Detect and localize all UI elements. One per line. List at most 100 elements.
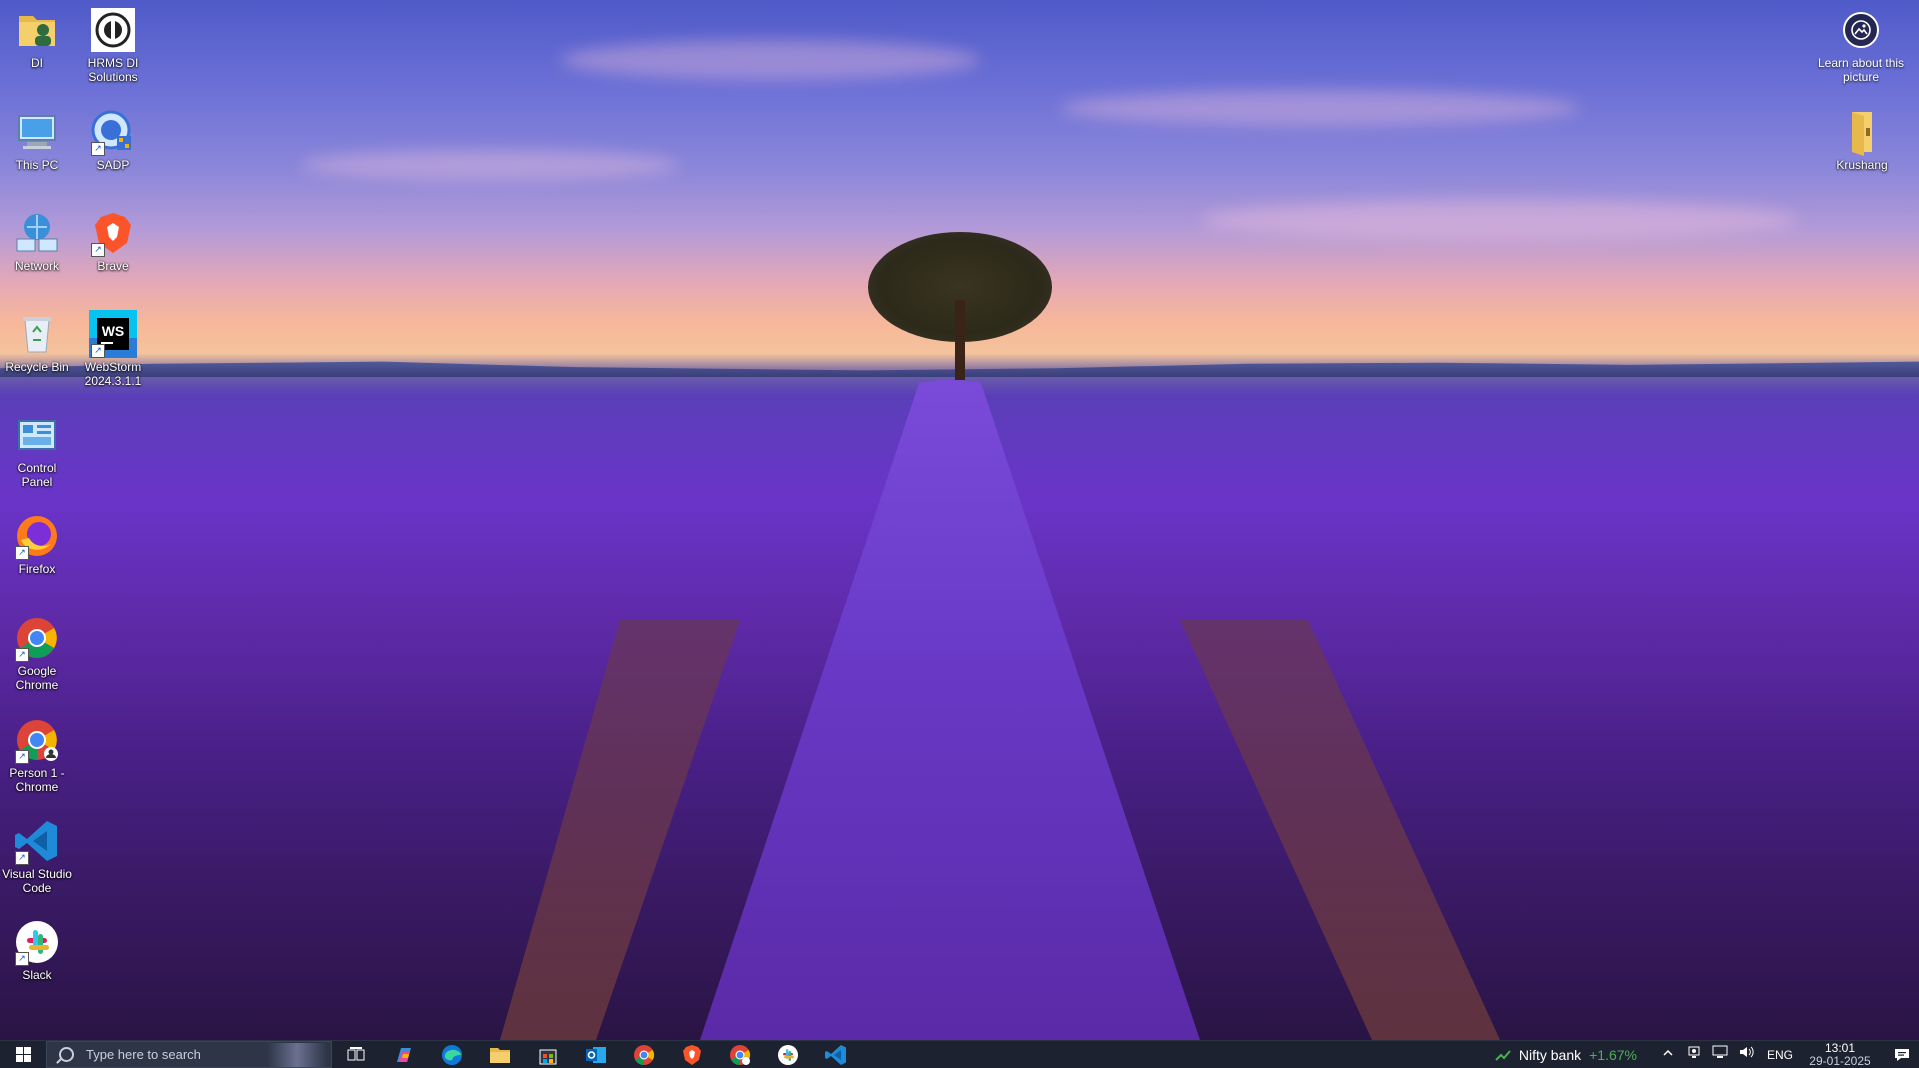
desktop-icon-network[interactable]: Network	[0, 203, 74, 273]
wallpaper-tree-trunk	[955, 300, 965, 380]
desktop-icon-visual-studio-code[interactable]: ↗ Visual Studio Code	[0, 811, 74, 895]
notification-icon	[1895, 1048, 1909, 1061]
slack-icon	[778, 1044, 798, 1065]
spotlight-icon	[1843, 12, 1879, 48]
webcam-icon[interactable]	[1684, 1045, 1704, 1065]
desktop-icon-label: Person 1 - Chrome	[9, 766, 65, 794]
clock-date: 29-01-2025	[1809, 1053, 1871, 1068]
chrome-profile-icon	[730, 1044, 751, 1065]
brave-icon: ↗	[89, 209, 137, 257]
desktop-icon-label: Krushang	[1836, 158, 1888, 172]
desktop-icon-this-pc[interactable]: This PC	[0, 102, 74, 172]
desktop-icon-google-chrome[interactable]: ↗ Google Chrome	[0, 608, 74, 692]
shortcut-arrow-icon: ↗	[15, 952, 29, 966]
desktop-icon-hrms-di-solutions[interactable]: HRMS DI Solutions	[76, 0, 150, 84]
desktop-icon-label: Brave	[97, 259, 129, 273]
shortcut-arrow-icon: ↗	[15, 851, 29, 865]
edge-icon	[442, 1044, 462, 1065]
taskbar-app-slack[interactable]	[764, 1041, 812, 1068]
chrome-icon: ↗	[13, 614, 61, 662]
firefox-icon: ↗	[13, 512, 61, 560]
desktop-icon-label: DI	[31, 56, 43, 70]
shortcut-arrow-icon: ↗	[91, 243, 105, 257]
hrms-icon	[89, 6, 137, 54]
stock-change: +1.67%	[1589, 1046, 1637, 1063]
shortcut-arrow-icon: ↗	[91, 344, 105, 358]
desktop-icon-label: Google Chrome	[15, 664, 59, 692]
learn-about-this-picture[interactable]: Learn about this picture	[1816, 0, 1906, 84]
desktop-icon-label: WebStorm 2024.3.1.1	[84, 360, 142, 388]
wallpaper-soil	[500, 620, 740, 1040]
taskbar-app-brave[interactable]	[668, 1041, 716, 1068]
desktop-icon-di[interactable]: DI	[0, 0, 74, 70]
slack-icon: ↗	[13, 918, 61, 966]
network-status-icon[interactable]	[1710, 1045, 1730, 1065]
desktop-icon-firefox[interactable]: ↗ Firefox	[0, 506, 74, 576]
desktop-icon-recycle-bin[interactable]: Recycle Bin	[0, 304, 74, 374]
desktop-icon-label: Firefox	[18, 562, 56, 576]
user-folder-icon	[13, 6, 61, 54]
desktop-icon-label: Control Panel	[17, 461, 57, 489]
taskbar-app-store[interactable]	[524, 1041, 572, 1068]
search-box[interactable]: Type here to search	[46, 1041, 332, 1068]
chrome-icon	[634, 1044, 655, 1065]
desktop-icon-label: Slack	[22, 968, 52, 982]
desktop[interactable]: DI This PC Network Recycle Bin Control P…	[0, 0, 1919, 1040]
wallpaper-lavender-row	[700, 380, 1200, 1040]
desktop-icon-person-1-chrome[interactable]: ↗ Person 1 - Chrome	[0, 710, 74, 794]
file-explorer-icon	[490, 1047, 510, 1063]
wallpaper-cloud	[300, 150, 680, 180]
wallpaper-cloud	[1200, 200, 1800, 240]
chrome-profile-icon: ↗	[13, 716, 61, 764]
clock[interactable]: 13:01 29-01-2025	[1805, 1040, 1875, 1068]
search-highlight-image	[267, 1042, 327, 1067]
vscode-icon	[825, 1044, 846, 1065]
taskbar-app-file-explorer[interactable]	[476, 1041, 524, 1068]
desktop-icon-label: This PC	[15, 158, 59, 172]
taskbar-app-task-view[interactable]	[332, 1041, 380, 1068]
desktop-icon-label: Recycle Bin	[5, 360, 69, 374]
webstorm-glyph: WS	[102, 323, 125, 339]
trend-up-icon	[1495, 1049, 1511, 1061]
windows-icon	[15, 1047, 31, 1062]
control-panel-icon	[13, 411, 61, 459]
clock-time: 13:01	[1824, 1040, 1856, 1055]
desktop-icon-slack[interactable]: ↗ Slack	[0, 912, 74, 982]
volume-icon[interactable]	[1736, 1045, 1756, 1065]
desktop-icon-sadp[interactable]: ↗ SADP	[76, 102, 150, 172]
taskbar-app-copilot[interactable]	[380, 1041, 428, 1068]
taskbar-app-outlook[interactable]	[572, 1041, 620, 1068]
search-icon	[59, 1047, 74, 1062]
desktop-icon-krushang[interactable]: Krushang	[1825, 102, 1899, 172]
folder-icon	[1838, 108, 1886, 156]
taskbar-app-chrome[interactable]	[620, 1041, 668, 1068]
shortcut-arrow-icon: ↗	[91, 142, 105, 156]
desktop-icon-label: SADP	[96, 158, 130, 172]
desktop-icon-control-panel[interactable]: Control Panel	[0, 405, 74, 489]
language-indicator[interactable]: ENG	[1767, 1048, 1793, 1062]
outlook-icon	[586, 1046, 606, 1063]
desktop-icon-webstorm[interactable]: WS ↗ WebStorm 2024.3.1.1	[76, 304, 150, 388]
start-button[interactable]	[0, 1041, 46, 1068]
task-view-icon	[347, 1046, 365, 1060]
computer-icon	[13, 108, 61, 156]
stock-widget[interactable]: Nifty bank +1.67%	[1495, 1047, 1637, 1063]
taskbar-app-vscode[interactable]	[812, 1041, 860, 1068]
desktop-icon-brave[interactable]: ↗ Brave	[76, 203, 150, 273]
system-tray: Nifty bank +1.67% ENG 13:01 29-01-2025	[1495, 1041, 1919, 1068]
desktop-icon-label: Visual Studio Code	[2, 867, 72, 895]
recycle-bin-icon	[13, 310, 61, 358]
brave-icon	[683, 1044, 701, 1065]
taskbar-app-chrome-profile[interactable]	[716, 1041, 764, 1068]
shortcut-arrow-icon: ↗	[15, 546, 29, 560]
webstorm-icon: WS ↗	[89, 310, 137, 358]
wallpaper-soil	[1180, 620, 1500, 1040]
notification-center-button[interactable]	[1885, 1041, 1919, 1068]
taskbar: Type here to search Nifty bank +1.67% EN…	[0, 1040, 1919, 1068]
sadp-icon: ↗	[89, 108, 137, 156]
desktop-icon-label: HRMS DI Solutions	[87, 56, 139, 84]
shortcut-arrow-icon: ↗	[15, 648, 29, 662]
taskbar-app-edge[interactable]	[428, 1041, 476, 1068]
chevron-up-icon[interactable]	[1658, 1045, 1678, 1065]
network-icon	[13, 209, 61, 257]
